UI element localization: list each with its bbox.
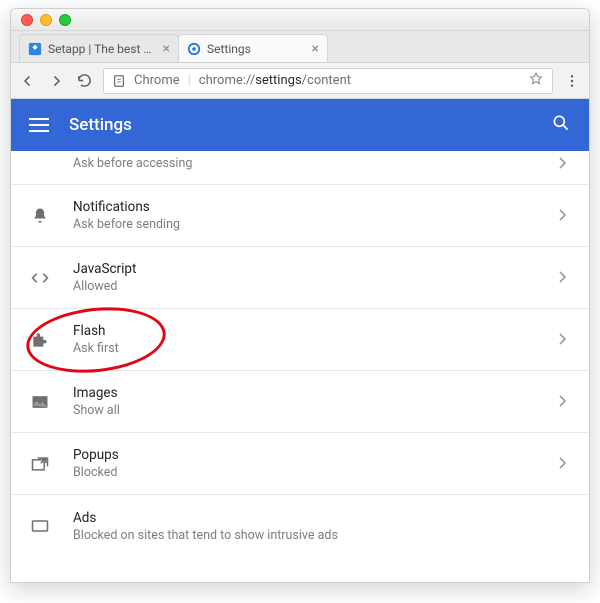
- tab-label: Setapp | The best apps: [48, 42, 157, 56]
- settings-row-popups[interactable]: Popups Blocked: [11, 433, 589, 495]
- page-content: Settings Ask before accessing: [11, 99, 589, 582]
- setapp-favicon-icon: [28, 42, 42, 56]
- settings-row-notifications[interactable]: Notifications Ask before sending: [11, 185, 589, 247]
- chevron-right-icon: [559, 392, 567, 411]
- settings-row-flash[interactable]: Flash Ask first: [11, 309, 589, 371]
- back-button[interactable]: [19, 72, 37, 90]
- chevron-right-icon: [559, 206, 567, 225]
- zoom-window-button[interactable]: [59, 14, 71, 26]
- bookmark-star-icon[interactable]: [528, 71, 544, 91]
- chevron-right-icon: [559, 154, 567, 173]
- bell-icon: [29, 205, 51, 227]
- minimize-window-button[interactable]: [40, 14, 52, 26]
- image-icon: [29, 391, 51, 413]
- row-title: Popups: [73, 447, 537, 463]
- tab-strip: Setapp | The best apps × Settings ×: [11, 31, 589, 63]
- chevron-right-icon: [559, 454, 567, 473]
- tab-settings[interactable]: Settings ×: [178, 34, 328, 62]
- search-settings-button[interactable]: [551, 113, 571, 138]
- row-title: Notifications: [73, 199, 537, 215]
- chevron-right-icon: [559, 268, 567, 287]
- content-settings-list: Ask before accessing Notifications Ask b…: [11, 151, 589, 582]
- puzzle-icon: [29, 329, 51, 351]
- row-title: JavaScript: [73, 261, 537, 277]
- browser-window: Setapp | The best apps × Settings × Chro…: [10, 8, 590, 583]
- row-subtitle: Ask before accessing: [73, 156, 537, 171]
- gear-favicon-icon: [187, 42, 201, 56]
- close-tab-icon[interactable]: ×: [163, 42, 170, 56]
- settings-row-location[interactable]: Ask before accessing: [11, 151, 589, 185]
- page-info-icon[interactable]: [112, 74, 126, 88]
- forward-button[interactable]: [47, 72, 65, 90]
- menu-icon[interactable]: [29, 118, 49, 132]
- row-title: Images: [73, 385, 537, 401]
- popup-icon: [29, 453, 51, 475]
- row-title: Flash: [73, 323, 537, 339]
- close-window-button[interactable]: [21, 14, 33, 26]
- page-title: Settings: [69, 115, 132, 135]
- row-subtitle: Ask before sending: [73, 217, 537, 232]
- settings-row-javascript[interactable]: JavaScript Allowed: [11, 247, 589, 309]
- chevron-right-icon: [559, 330, 567, 349]
- search-icon: [551, 113, 571, 133]
- browser-toolbar: Chrome | chrome://settings/content: [11, 63, 589, 99]
- reload-button[interactable]: [75, 72, 93, 90]
- row-title: Ads: [73, 510, 537, 526]
- url-rest: /content: [302, 73, 351, 88]
- row-subtitle: Blocked: [73, 465, 537, 480]
- chrome-menu-button[interactable]: [563, 72, 581, 90]
- url-host: chrome://: [199, 73, 255, 88]
- row-subtitle: Blocked on sites that tend to show intru…: [73, 528, 537, 543]
- url-scheme-label: Chrome: [134, 73, 180, 88]
- settings-row-images[interactable]: Images Show all: [11, 371, 589, 433]
- row-subtitle: Ask first: [73, 341, 537, 356]
- settings-row-ads[interactable]: Ads Blocked on sites that tend to show i…: [11, 495, 589, 557]
- settings-header: Settings: [11, 99, 589, 151]
- code-icon: [29, 267, 51, 289]
- window-titlebar: [11, 9, 589, 31]
- ads-icon: [29, 515, 51, 537]
- tab-label: Settings: [207, 42, 251, 56]
- url-strong: settings: [255, 73, 301, 88]
- close-tab-icon[interactable]: ×: [312, 42, 319, 56]
- address-bar[interactable]: Chrome | chrome://settings/content: [103, 68, 553, 94]
- row-subtitle: Show all: [73, 403, 537, 418]
- tab-setapp[interactable]: Setapp | The best apps ×: [19, 34, 179, 62]
- row-subtitle: Allowed: [73, 279, 537, 294]
